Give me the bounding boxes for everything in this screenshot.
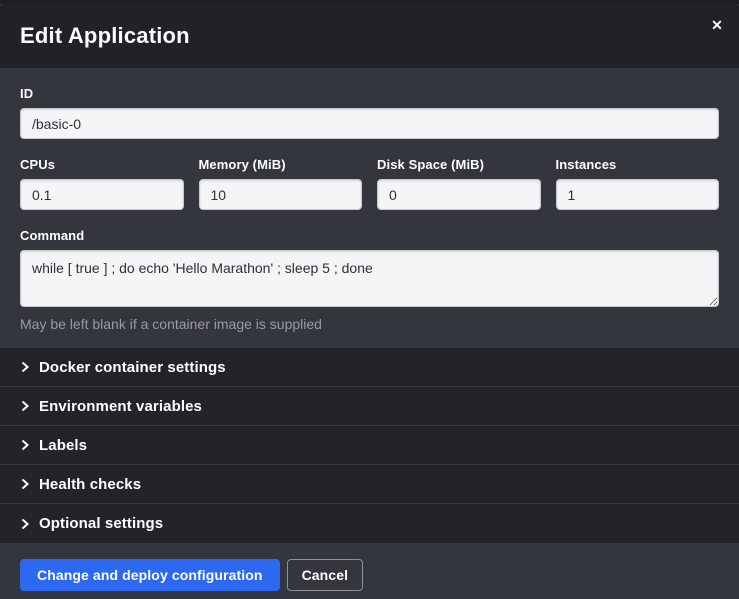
command-textarea[interactable]: while [ true ] ; do echo 'Hello Marathon… (20, 250, 719, 307)
id-input[interactable] (20, 108, 719, 139)
section-health-checks[interactable]: Health checks (0, 465, 739, 504)
close-icon[interactable]: ✕ (708, 16, 726, 34)
section-label: Docker container settings (39, 359, 226, 376)
section-label: Labels (39, 437, 87, 454)
chevron-right-icon (20, 440, 30, 450)
modal-title: Edit Application (20, 23, 190, 49)
cpus-input[interactable] (20, 179, 184, 210)
disk-field-group: Disk Space (MiB) (377, 157, 541, 210)
memory-field-group: Memory (MiB) (199, 157, 363, 210)
section-docker-container-settings[interactable]: Docker container settings (0, 348, 739, 387)
cpus-field-group: CPUs (20, 157, 184, 210)
chevron-right-icon (20, 401, 30, 411)
chevron-right-icon (20, 519, 30, 529)
section-label: Environment variables (39, 398, 202, 415)
cancel-button[interactable]: Cancel (287, 559, 364, 591)
modal-footer: Change and deploy configuration Cancel (0, 543, 739, 599)
section-label: Optional settings (39, 515, 163, 532)
modal-header: Edit Application ✕ (0, 4, 739, 68)
application-form: ID CPUs Memory (MiB) Disk Space (MiB) In… (0, 68, 739, 348)
chevron-right-icon (20, 479, 30, 489)
memory-label: Memory (MiB) (199, 157, 363, 172)
change-and-deploy-button[interactable]: Change and deploy configuration (20, 559, 280, 591)
instances-label: Instances (556, 157, 720, 172)
section-labels[interactable]: Labels (0, 426, 739, 465)
cpus-label: CPUs (20, 157, 184, 172)
resources-row: CPUs Memory (MiB) Disk Space (MiB) Insta… (20, 157, 719, 210)
command-help-text: May be left blank if a container image i… (20, 316, 719, 332)
section-environment-variables[interactable]: Environment variables (0, 387, 739, 426)
instances-input[interactable] (556, 179, 720, 210)
edit-application-modal: Edit Application ✕ ID CPUs Memory (MiB) … (0, 4, 739, 599)
id-label: ID (20, 86, 719, 101)
memory-input[interactable] (199, 179, 363, 210)
command-field-group: Command while [ true ] ; do echo 'Hello … (20, 228, 719, 332)
disk-label: Disk Space (MiB) (377, 157, 541, 172)
section-optional-settings[interactable]: Optional settings (0, 504, 739, 543)
id-field-group: ID (20, 86, 719, 139)
chevron-right-icon (20, 362, 30, 372)
command-label: Command (20, 228, 719, 243)
disk-input[interactable] (377, 179, 541, 210)
instances-field-group: Instances (556, 157, 720, 210)
section-label: Health checks (39, 476, 141, 493)
collapsible-sections: Docker container settings Environment va… (0, 348, 739, 543)
